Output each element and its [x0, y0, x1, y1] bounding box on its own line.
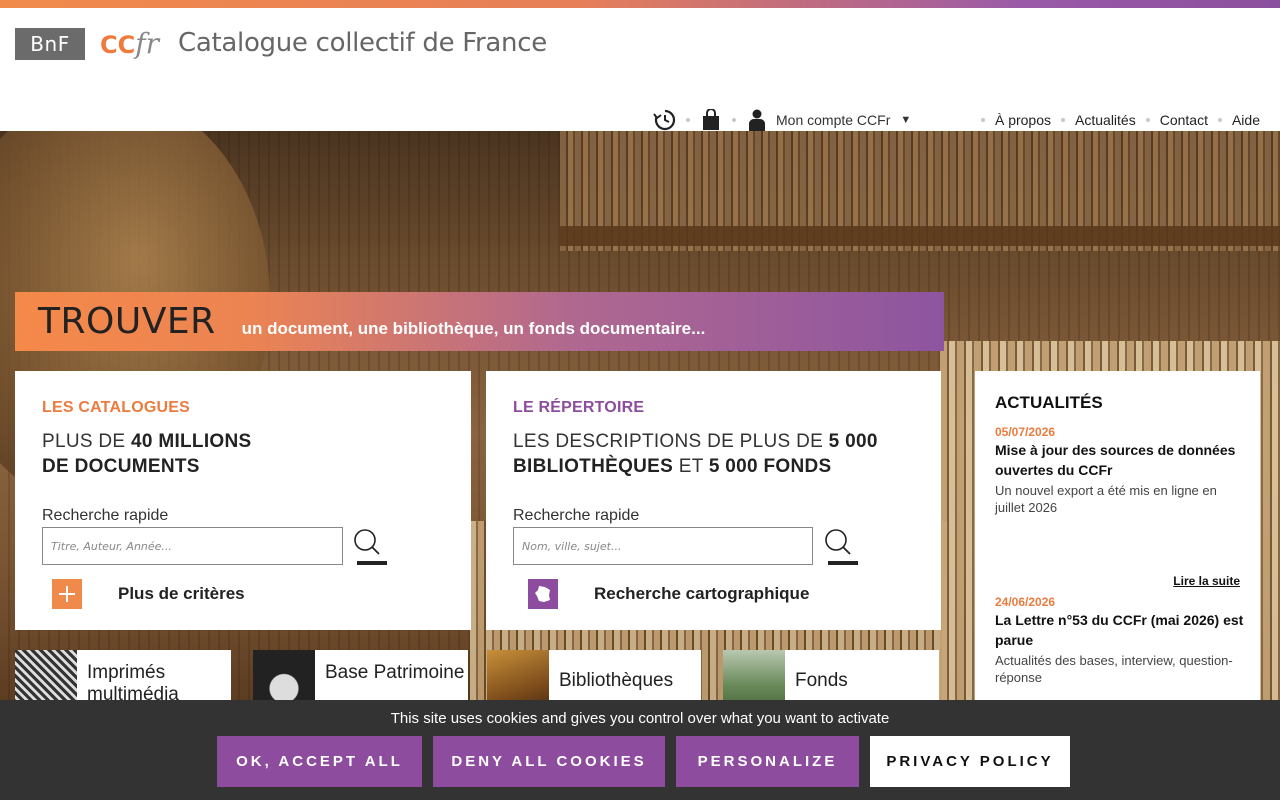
news-headline[interactable]: Mise à jour des sources de données ouver…: [995, 440, 1245, 480]
account-menu[interactable]: Mon compte CCFr: [776, 112, 890, 128]
catalogues-quick-label: Recherche rapide: [42, 507, 169, 524]
privacy-policy-button[interactable]: PRIVACY POLICY: [870, 736, 1070, 787]
nav-link-aide[interactable]: Aide: [1232, 112, 1260, 128]
accept-all-button[interactable]: OK, ACCEPT ALL: [217, 736, 422, 787]
repertoire-search-input[interactable]: [513, 527, 813, 565]
nav-separator: [732, 118, 736, 122]
trouver-title: TROUVER: [38, 301, 216, 342]
cookie-message: This site uses cookies and gives you con…: [390, 710, 890, 727]
basket-icon[interactable]: [698, 108, 724, 132]
catalogues-card: LES CATALOGUES PLUS DE 40 MILLIONS DE DO…: [15, 371, 471, 630]
nav-separator: [1145, 118, 1150, 122]
more-criteria-button[interactable]: Plus de critères: [52, 579, 245, 609]
news-title: ACTUALITÉS: [995, 393, 1103, 412]
search-icon: [354, 529, 387, 565]
chevron-down-icon[interactable]: ▼: [900, 114, 911, 126]
more-criteria-label: Plus de critères: [118, 584, 245, 603]
repertoire-headline-et: ET: [673, 456, 709, 477]
map-search-label: Recherche cartographique: [594, 584, 810, 603]
repertoire-headline: LES DESCRIPTIONS DE PLUS DE 5 000 BIBLIO…: [513, 429, 878, 479]
nav-separator: [1061, 118, 1066, 122]
repertoire-quick-label: Recherche rapide: [513, 507, 640, 524]
repertoire-kicker: LE RÉPERTOIRE: [513, 399, 645, 416]
nav-link-contact[interactable]: Contact: [1160, 112, 1208, 128]
catalogues-headline-bold: 40 MILLIONS: [131, 431, 252, 452]
repertoire-card: LE RÉPERTOIRE LES DESCRIPTIONS DE PLUS D…: [486, 371, 941, 630]
plus-icon: [52, 579, 82, 609]
site-header: BnF CCfr Catalogue collectif de France M…: [0, 8, 1280, 131]
trouver-banner: TROUVER un document, une bibliothèque, u…: [15, 292, 944, 351]
hero-balcony-rail: [560, 226, 1280, 246]
news-desc: Un nouvel export a été mis en ligne en j…: [995, 483, 1217, 515]
repertoire-headline-libraries: BIBLIOTHÈQUES: [513, 456, 674, 477]
top-gradient-bar: [0, 0, 1280, 8]
deny-all-button[interactable]: DENY ALL COOKIES: [433, 736, 665, 787]
cookie-banner: This site uses cookies and gives you con…: [0, 700, 1280, 800]
france-map-icon: [528, 579, 558, 609]
repertoire-headline-pre: LES DESCRIPTIONS DE PLUS DE: [513, 431, 829, 452]
site-title[interactable]: Catalogue collectif de France: [178, 28, 547, 58]
nav-link-a-propos[interactable]: À propos: [995, 112, 1051, 128]
catalogues-search-button[interactable]: [353, 527, 389, 567]
news-date: 24/06/2026: [995, 595, 1056, 609]
catalogues-headline: PLUS DE 40 MILLIONS DE DOCUMENTS: [42, 429, 251, 479]
search-icon: [825, 529, 858, 565]
map-search-button[interactable]: Recherche cartographique: [528, 579, 809, 609]
repertoire-search-button[interactable]: [824, 527, 860, 567]
nav-separator: [1217, 118, 1222, 122]
read-more-link[interactable]: Lire la suite: [1173, 574, 1240, 588]
repertoire-headline-bold: 5 000: [828, 431, 878, 452]
info-nav: À propos Actualités Contact Aide: [971, 108, 1260, 132]
user-nav: Mon compte CCFr ▼: [652, 108, 911, 132]
bnf-logo-text: BnF: [30, 32, 70, 56]
ccfr-logo-cc: CC: [100, 31, 136, 59]
nav-link-actualites[interactable]: Actualités: [1075, 112, 1136, 128]
repertoire-headline-fonds: 5 000 FONDS: [708, 456, 832, 477]
catalogues-headline-pre: PLUS DE: [42, 431, 131, 452]
news-item[interactable]: 05/07/2026 Mise à jour des sources de do…: [995, 425, 1245, 516]
news-headline[interactable]: La Lettre n°53 du CCFr (mai 2026) est pa…: [995, 610, 1245, 650]
catalogues-headline-line2: DE DOCUMENTS: [42, 456, 200, 477]
news-desc: Actualités des bases, interview, questio…: [995, 653, 1233, 685]
nav-separator: [686, 118, 690, 122]
nav-separator: [980, 118, 985, 122]
news-date: 05/07/2026: [995, 425, 1056, 439]
ccfr-logo[interactable]: CCfr: [100, 26, 159, 63]
bnf-logo[interactable]: BnF: [15, 28, 85, 60]
ccfr-logo-fr: fr: [135, 27, 159, 60]
history-icon[interactable]: [652, 108, 678, 132]
personalize-button[interactable]: PERSONALIZE: [676, 736, 859, 787]
trouver-subtitle: un document, une bibliothèque, un fonds …: [241, 318, 706, 338]
catalogues-kicker: LES CATALOGUES: [42, 399, 190, 416]
catalogues-search-input[interactable]: [42, 527, 343, 565]
news-panel: ACTUALITÉS 05/07/2026 Mise à jour des so…: [975, 371, 1260, 701]
user-icon[interactable]: [744, 108, 770, 132]
news-item[interactable]: 24/06/2026 La Lettre n°53 du CCFr (mai 2…: [995, 595, 1245, 686]
